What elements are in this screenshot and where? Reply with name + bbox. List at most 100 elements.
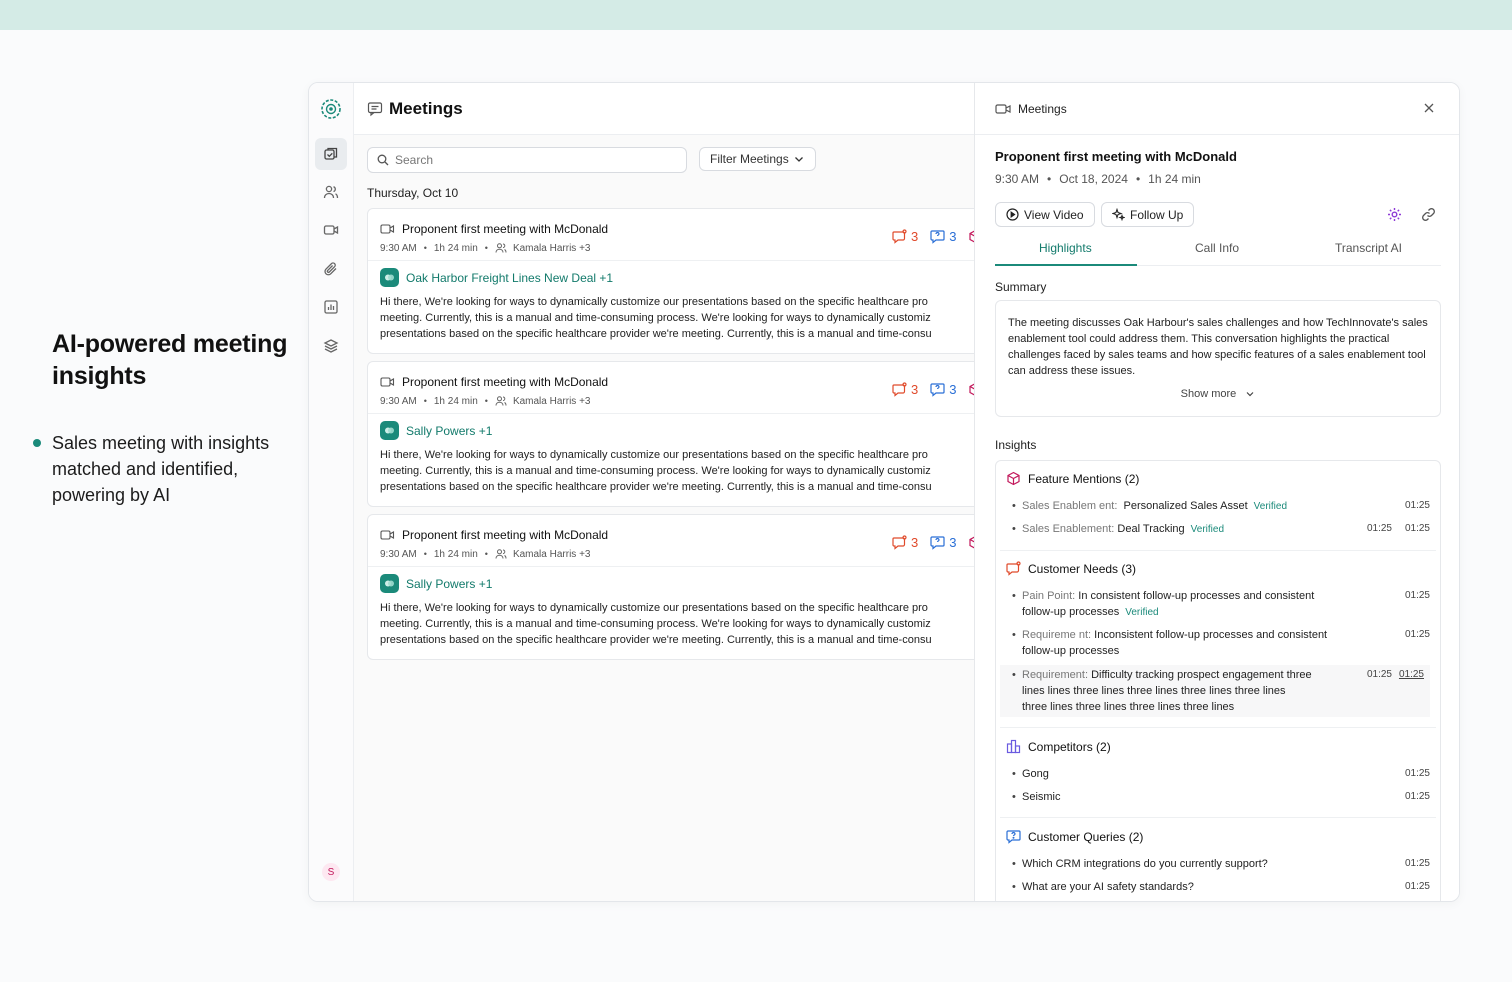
nav-rail: S	[309, 83, 354, 901]
meeting-card-duration: 1h 24 min	[433, 548, 478, 560]
timestamp-link[interactable]: 01:25	[1405, 588, 1430, 604]
show-more-button[interactable]: Show more	[996, 386, 1440, 402]
insight-row[interactable]: • Pain Point: In consistent follow-up pro…	[1012, 588, 1430, 621]
queries-count[interactable]: 3	[930, 229, 956, 244]
insight-row[interactable]: • Sales Enablement: Deal Tracking Verified…	[1012, 521, 1430, 538]
user-avatar[interactable]: S	[322, 863, 340, 881]
queries-count[interactable]: 3	[930, 382, 956, 397]
app-logo-icon[interactable]	[320, 98, 342, 120]
insight-key: Requireme nt:	[1022, 629, 1092, 641]
speech-bubble-icon	[892, 382, 907, 397]
meeting-card[interactable]: Proponent first meeting with McDonald 9:3…	[367, 514, 974, 660]
meeting-title: Proponent first meeting with McDonald	[995, 149, 1237, 164]
video-camera-icon	[380, 224, 395, 234]
speech-bubble-icon	[892, 229, 907, 244]
needs-count[interactable]: 3	[892, 229, 918, 244]
timestamp-link[interactable]: 01:25	[1405, 498, 1430, 514]
meeting-card-attendees[interactable]: Kamala Harris +3	[513, 243, 591, 254]
feature-mentions-title: Feature Mentions (2)	[1028, 471, 1140, 486]
nav-meetings-icon[interactable]	[315, 138, 347, 170]
meeting-duration: 1h 24 min	[1148, 172, 1201, 186]
date-group-label: Thursday, Oct 10	[367, 186, 459, 200]
meeting-card-counts: 33	[892, 382, 974, 397]
link-icon[interactable]	[1421, 207, 1436, 222]
meeting-card-attendees[interactable]: Kamala Harris +3	[513, 549, 591, 560]
queries-count[interactable]: 3	[930, 535, 956, 550]
tab-highlights[interactable]: Highlights	[1039, 241, 1092, 255]
app-window: S Meetings Search Filter Meetings Thursd…	[308, 82, 1460, 902]
detail-tabs: Highlights Call Info Transcript AI	[995, 235, 1441, 266]
summary-text: The meeting discusses Oak Harbour's sale…	[1008, 317, 1428, 377]
meeting-time: 9:30 AM	[995, 172, 1040, 186]
excerpt-line: presentations based on the specific heal…	[380, 328, 932, 340]
follow-up-button[interactable]: Follow Up	[1101, 202, 1195, 227]
view-video-button[interactable]: View Video	[995, 202, 1095, 227]
verified-badge: Verified	[1190, 524, 1225, 535]
nav-reports-icon[interactable]	[315, 291, 347, 323]
nav-video-icon[interactable]	[315, 214, 347, 246]
meeting-card[interactable]: Proponent first meeting with McDonald 9:3…	[367, 208, 974, 354]
competitors-header: Competitors (2)	[1006, 739, 1111, 754]
nav-attachment-icon[interactable]	[315, 253, 347, 285]
timestamp-link[interactable]: 01:25	[1405, 627, 1430, 643]
insight-row[interactable]: • Seismic 01:25	[1012, 789, 1430, 805]
timestamp-link[interactable]: 01:25	[1405, 856, 1430, 872]
insight-row[interactable]: • Which CRM integrations do you currently…	[1012, 856, 1430, 872]
search-icon	[377, 154, 389, 166]
timestamp-link[interactable]: 01:25	[1405, 789, 1430, 805]
page-title: Meetings	[389, 98, 463, 118]
customer-needs-header: Customer Needs (3)	[1006, 561, 1136, 576]
meeting-card[interactable]: Proponent first meeting with McDonald 9:3…	[367, 361, 974, 507]
meeting-card-attendees[interactable]: Kamala Harris +3	[513, 396, 591, 407]
nav-layers-icon[interactable]	[315, 330, 347, 362]
nav-contacts-icon[interactable]	[315, 176, 347, 208]
deal-icon	[380, 421, 399, 440]
excerpt-line: meeting. Currently, this is a manual and…	[380, 465, 931, 477]
excerpt-line: Hi there, We're looking for ways to dyna…	[380, 296, 928, 308]
timestamp-link[interactable]: 01:25	[1405, 766, 1430, 782]
deal-link[interactable]: Sally Powers +1	[380, 574, 492, 593]
insight-value-cont: three lines three lines three lines thre…	[1022, 701, 1235, 713]
search-input[interactable]: Search	[367, 147, 687, 173]
ai-gear-icon[interactable]	[1387, 207, 1402, 222]
meeting-card-title-text: Proponent first meeting with McDonald	[402, 528, 609, 542]
timestamp-link[interactable]: 01:25	[1405, 879, 1430, 895]
insight-value: Gong	[1022, 768, 1049, 780]
meeting-card-time: 9:30 AM	[380, 395, 417, 407]
timestamp-link[interactable]: 01:25	[1367, 521, 1392, 537]
verified-badge: Verified	[1125, 607, 1159, 618]
summary-box: The meeting discusses Oak Harbour's sale…	[995, 300, 1441, 417]
meeting-card-title-text: Proponent first meeting with McDonald	[402, 222, 609, 236]
timestamp-link[interactable]: 01:25	[1367, 667, 1392, 683]
timestamp-link[interactable]: 01:25	[1405, 521, 1430, 537]
queries-count-value: 3	[949, 535, 957, 550]
tab-call-info[interactable]: Call Info	[1195, 241, 1239, 255]
meeting-card-excerpt: Hi there, We're looking for ways to dyna…	[380, 600, 974, 648]
insight-row-hovered[interactable]: • Requirement: Difficulty tracking prospe…	[1000, 665, 1430, 717]
chevron-down-icon	[794, 157, 803, 162]
excerpt-line: Hi there, We're looking for ways to dyna…	[380, 449, 928, 461]
summary-label: Summary	[995, 280, 1047, 294]
insight-row[interactable]: • What are your AI safety standards? 01:2…	[1012, 879, 1430, 895]
timestamp-link[interactable]: 01:25	[1399, 667, 1424, 683]
insight-row[interactable]: • Requireme nt: Inconsistent follow-up pr…	[1012, 627, 1430, 659]
customer-queries-header: Customer Queries (2)	[1006, 829, 1143, 844]
deal-link[interactable]: Oak Harbor Freight Lines New Deal +1	[380, 268, 613, 287]
insight-row[interactable]: • Gong 01:25	[1012, 766, 1430, 782]
needs-count[interactable]: 3	[892, 535, 918, 550]
needs-count[interactable]: 3	[892, 382, 918, 397]
people-icon	[495, 243, 507, 253]
question-bubble-icon	[930, 383, 945, 397]
insight-value: In consistent follow-up processes and co…	[1078, 590, 1315, 602]
meeting-card-title: Proponent first meeting with McDonald	[380, 528, 608, 542]
insight-value: Difficulty tracking prospect engagement …	[1091, 669, 1312, 681]
close-icon[interactable]	[1423, 102, 1435, 114]
question-bubble-icon	[1006, 830, 1021, 844]
queries-count-value: 3	[949, 229, 957, 244]
deal-link[interactable]: Sally Powers +1	[380, 421, 492, 440]
tab-transcript-ai[interactable]: Transcript AI	[1335, 241, 1402, 255]
meeting-card-meta: 9:30 AM • 1h 24 min • Kamala Harris +3	[380, 548, 591, 560]
insight-row[interactable]: • Sales Enablem ent: Personalized Sales A…	[1012, 498, 1430, 515]
filter-meetings-button[interactable]: Filter Meetings	[699, 147, 816, 171]
customer-queries-title: Customer Queries (2)	[1028, 829, 1144, 844]
